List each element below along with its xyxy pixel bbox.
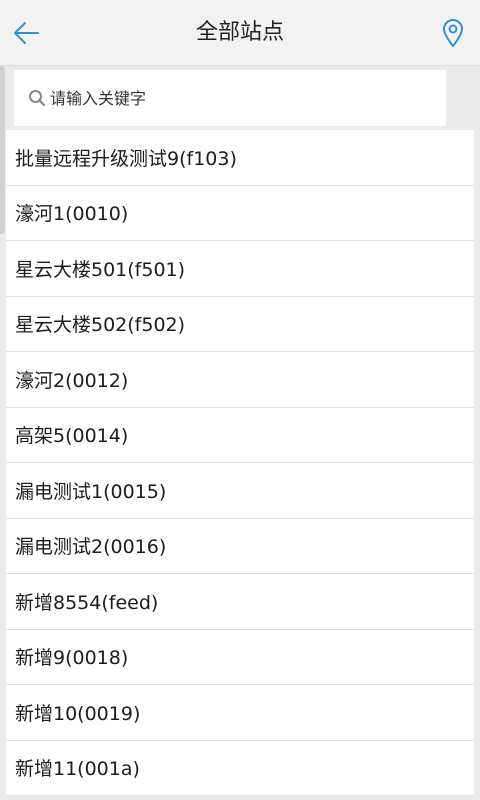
back-button[interactable] bbox=[6, 14, 46, 52]
station-list-item[interactable]: 濠河1(0010) bbox=[6, 185, 474, 241]
station-list-item[interactable]: 高架5(0014) bbox=[6, 407, 474, 463]
station-list-item[interactable]: 新增10(0019) bbox=[6, 685, 474, 741]
arrow-left-icon bbox=[14, 22, 39, 44]
station-list-item[interactable]: 批量远程升级测试9(f103) bbox=[6, 130, 474, 186]
station-list-item[interactable]: 星云大楼502(f502) bbox=[6, 296, 474, 352]
station-list-item[interactable]: 濠河2(0012) bbox=[6, 352, 474, 408]
search-icon bbox=[28, 89, 46, 107]
map-pin-icon bbox=[443, 19, 463, 47]
station-list-item[interactable]: 漏电测试1(0015) bbox=[6, 463, 474, 519]
station-list-item[interactable]: 新增8554(feed) bbox=[6, 574, 474, 630]
page-title: 全部站点 bbox=[195, 20, 284, 45]
station-list-item[interactable]: 漏电测试2(0016) bbox=[6, 518, 474, 574]
search-input[interactable] bbox=[50, 88, 430, 108]
station-list-item[interactable]: 星云大楼501(f501) bbox=[6, 241, 474, 297]
station-list-item[interactable]: 新增11(001a) bbox=[6, 740, 474, 796]
station-list-item[interactable]: 新增9(0018) bbox=[6, 629, 474, 685]
station-list: 批量远程升级测试9(f103) 濠河1(0010) 星云大楼501(f501) 星云大… bbox=[6, 130, 474, 796]
location-button[interactable] bbox=[434, 14, 472, 52]
search-box[interactable] bbox=[14, 70, 446, 126]
side-drawer-handle[interactable] bbox=[0, 66, 5, 234]
app-header: 全部站点 bbox=[0, 0, 480, 66]
search-bar bbox=[0, 66, 480, 130]
